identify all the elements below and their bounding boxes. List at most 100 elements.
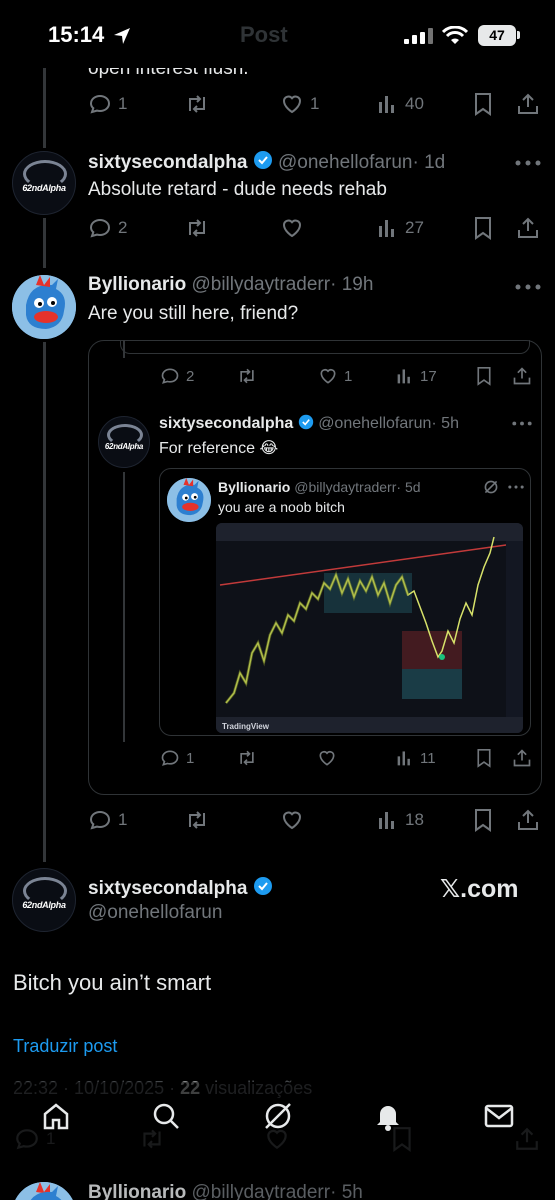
avatar[interactable] (12, 1182, 76, 1200)
like-icon (280, 92, 304, 116)
location-arrow-icon (112, 26, 132, 46)
like-count: 1 (344, 367, 353, 385)
views-icon (396, 366, 414, 386)
bookmark-button[interactable] (472, 92, 494, 116)
avatar[interactable]: 62ndAlpha (12, 868, 76, 932)
grok-icon[interactable] (483, 479, 499, 495)
bookmark-button[interactable] (475, 748, 493, 768)
reply-button[interactable]: 1 (88, 808, 127, 832)
battery-indicator: 47 (478, 25, 516, 46)
avatar[interactable]: 62ndAlpha (98, 416, 150, 468)
share-icon (512, 748, 532, 768)
share-button[interactable] (512, 366, 532, 386)
post-time: · 1d (412, 152, 446, 173)
verified-icon (253, 150, 273, 170)
status-time: 15:14 (48, 22, 105, 47)
bookmark-button[interactable] (475, 366, 493, 386)
grok-icon[interactable] (262, 1100, 294, 1132)
clipped-quote-edge (120, 340, 530, 354)
post-time: · 5h (431, 415, 459, 432)
share-icon (512, 366, 532, 386)
avatar-label: 62ndAlpha (22, 183, 66, 193)
reply-button[interactable]: 2 (160, 366, 194, 386)
bookmark-icon (475, 366, 493, 386)
search-icon[interactable] (150, 1100, 182, 1132)
author-name[interactable]: sixtysecondalpha (88, 878, 247, 899)
more-icon[interactable] (512, 421, 532, 426)
avatar-label: 62ndAlpha (22, 900, 66, 910)
share-button[interactable] (516, 92, 540, 116)
repost-button[interactable] (184, 216, 210, 240)
author-handle[interactable]: @onehellofarun (278, 152, 412, 173)
reply-icon (88, 808, 112, 832)
like-button[interactable] (317, 748, 337, 768)
reply-button[interactable]: 2 (88, 216, 127, 240)
like-icon (280, 216, 304, 240)
avatar-label: 62ndAlpha (104, 442, 144, 451)
share-icon (516, 92, 540, 116)
bookmark-button[interactable] (472, 808, 494, 832)
signal-icon (404, 28, 434, 44)
views-icon (377, 808, 399, 832)
thread-line (43, 342, 46, 862)
post-text: you are a noob bitch (218, 499, 345, 515)
header-title: Post (240, 22, 288, 47)
author-handle[interactable]: @billydaytraderr (294, 479, 396, 495)
reply-count: 1 (186, 749, 195, 767)
repost-button[interactable] (184, 92, 210, 116)
translate-link[interactable]: Traduzir post (13, 1036, 117, 1057)
bookmark-button[interactable] (472, 216, 494, 240)
bookmark-icon (472, 216, 494, 240)
home-icon[interactable] (40, 1100, 72, 1132)
more-icon[interactable] (508, 485, 524, 489)
author-name[interactable]: sixtysecondalpha (159, 415, 293, 432)
author-name[interactable]: Byllionario (88, 1182, 186, 1200)
share-button[interactable] (512, 748, 532, 768)
author-name[interactable]: sixtysecondalpha (88, 152, 247, 173)
views-button[interactable]: 17 (396, 366, 437, 386)
chart-image[interactable]: TradingView (216, 523, 523, 733)
post-text: For reference 😂 (159, 440, 279, 457)
more-icon[interactable] (515, 284, 541, 290)
bell-icon[interactable] (372, 1100, 404, 1132)
author-name[interactable]: Byllionario (218, 479, 290, 495)
views-icon (396, 748, 414, 768)
post-time: · 5d (396, 479, 421, 495)
reply-button[interactable]: 1 (160, 748, 194, 768)
repost-icon (184, 808, 210, 832)
avatar[interactable]: 62ndAlpha (12, 151, 76, 215)
reply-icon (160, 366, 180, 386)
author-handle[interactable]: @billydaytraderr (191, 274, 330, 295)
views-button[interactable]: 40 (377, 92, 424, 116)
post-header: sixtysecondalpha @onehellofarun· 1d (88, 150, 445, 174)
mail-icon[interactable] (483, 1102, 515, 1130)
author-handle[interactable]: @billydaytraderr (191, 1182, 330, 1200)
like-button[interactable] (280, 216, 304, 240)
share-button[interactable] (516, 216, 540, 240)
verified-icon (298, 414, 314, 430)
like-button[interactable]: 1 (318, 366, 352, 386)
author-name[interactable]: Byllionario (88, 274, 186, 295)
share-button[interactable] (516, 808, 540, 832)
like-button[interactable]: 1 (280, 92, 319, 116)
like-count: 1 (310, 94, 320, 113)
like-button[interactable] (280, 808, 304, 832)
views-button[interactable]: 18 (377, 808, 424, 832)
repost-button[interactable] (184, 808, 210, 832)
repost-icon (184, 216, 210, 240)
wifi-icon (442, 26, 468, 46)
thread-line (123, 472, 125, 742)
reply-button[interactable]: 1 (88, 92, 127, 116)
repost-button[interactable] (236, 366, 258, 386)
avatar[interactable] (167, 478, 211, 522)
thread-line (123, 340, 125, 358)
views-icon (377, 92, 399, 116)
reply-count: 2 (186, 367, 195, 385)
more-icon[interactable] (515, 160, 541, 166)
author-handle[interactable]: @onehellofarun (88, 902, 222, 924)
views-button[interactable]: 11 (396, 748, 436, 768)
author-handle[interactable]: @onehellofarun (318, 415, 431, 432)
avatar[interactable] (12, 275, 76, 339)
repost-button[interactable] (236, 748, 258, 768)
views-button[interactable]: 27 (377, 216, 424, 240)
